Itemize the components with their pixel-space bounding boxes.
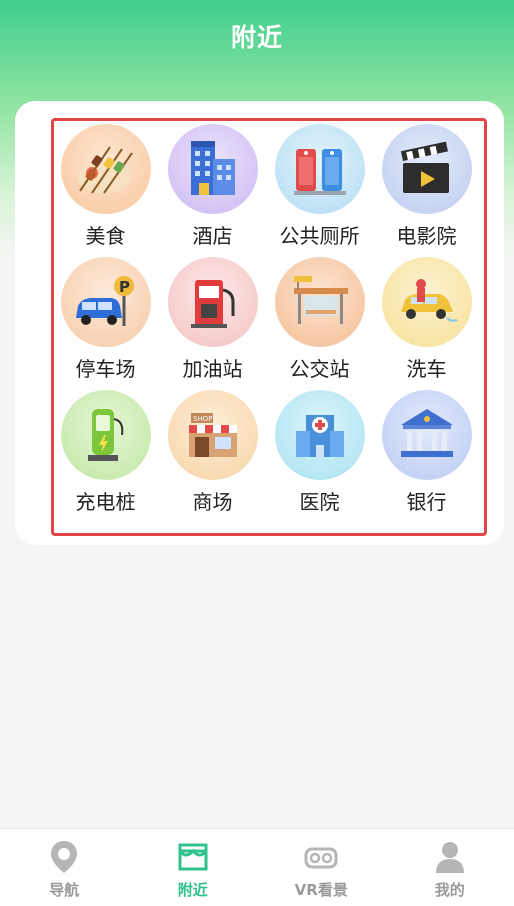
category-cinema[interactable]: 电影院 [373,124,480,257]
category-gas-station[interactable]: 加油站 [159,257,266,390]
hotel-icon [190,141,235,195]
category-hotel[interactable]: 酒店 [159,124,266,257]
tab-navigation[interactable]: 导航 [0,829,129,906]
category-label: 商场 [192,490,233,514]
tab-label: VR看景 [294,881,348,899]
category-toilet[interactable]: 公共厕所 [266,124,373,257]
tab-label: 导航 [49,881,80,899]
tab-vr[interactable]: VR看景 [257,829,386,906]
hospital-icon [295,415,344,457]
category-label: 公共厕所 [279,224,360,248]
category-label: 洗车 [406,357,447,381]
user-icon [435,842,464,873]
tab-nearby[interactable]: 附近 [129,829,258,906]
bus-stop-icon [293,276,348,324]
category-label: 公交站 [289,357,350,381]
toilet-icon [293,149,346,195]
svg-text:P: P [119,278,130,296]
map-pin-icon [51,841,78,873]
category-bank[interactable]: 银行 [373,390,480,523]
vr-goggles-icon [304,847,338,869]
category-label: 酒店 [192,224,233,248]
category-label: 加油站 [182,357,243,381]
category-charging-pile[interactable]: 充电桩 [52,390,159,523]
page-title: 附近 [230,23,283,52]
category-label: 充电桩 [75,490,136,514]
bank-icon [400,409,453,457]
category-grid: 美食 酒店 公共厕所 电影院 P 停车场 加油站 公交站 洗车 充电桩 SHOP… [52,124,486,523]
charging-pile-icon [87,409,123,461]
car-wash-icon [400,279,457,322]
category-bus-stop[interactable]: 公交站 [266,257,373,390]
category-label: 医院 [299,490,340,514]
category-parking[interactable]: P 停车场 [52,257,159,390]
category-mall[interactable]: SHOP 商场 [159,390,266,523]
cinema-icon [400,141,449,193]
category-label: 美食 [85,224,126,248]
mall-icon: SHOP [188,413,237,457]
category-label: 停车场 [75,357,136,381]
bottom-tab-bar: 导航 附近 VR看景 我的 [0,828,514,906]
food-icon [77,146,133,194]
gas-station-icon [190,280,234,328]
category-food[interactable]: 美食 [52,124,159,257]
tab-me[interactable]: 我的 [386,829,514,906]
category-car-wash[interactable]: 洗车 [373,257,480,390]
category-label: 电影院 [396,224,457,248]
svg-text:SHOP: SHOP [193,415,212,423]
parking-icon: P [75,276,134,326]
category-label: 银行 [406,490,447,514]
category-hospital[interactable]: 医院 [266,390,373,523]
store-icon [178,843,208,871]
tab-label: 附近 [177,881,208,899]
tab-label: 我的 [434,881,465,899]
